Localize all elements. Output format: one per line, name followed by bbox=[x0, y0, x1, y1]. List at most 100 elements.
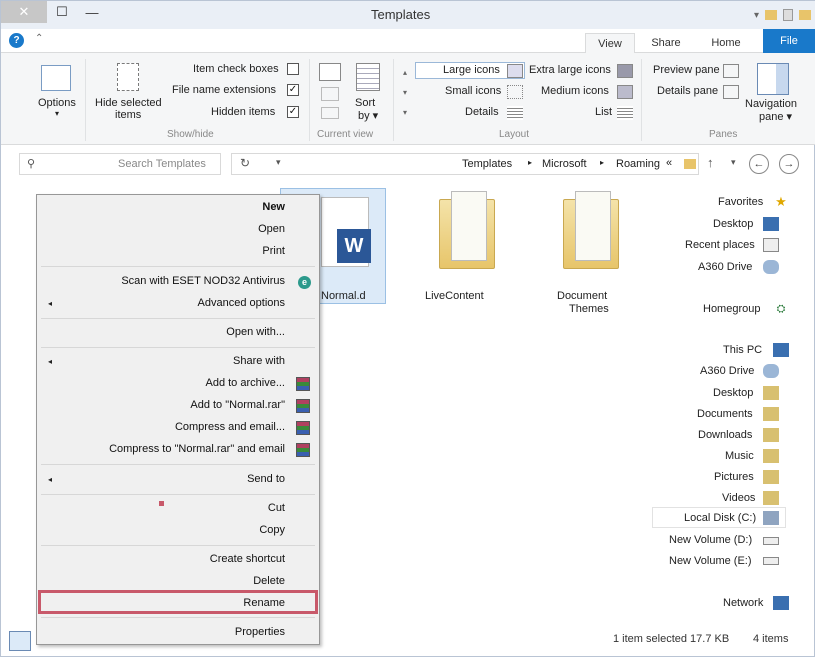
menu-delete[interactable]: Delete bbox=[253, 575, 285, 587]
nav-pc-desktop[interactable]: Desktop bbox=[713, 387, 753, 399]
preview-pane-button[interactable]: Preview pane bbox=[653, 64, 720, 76]
menu-send-to[interactable]: Send to bbox=[247, 473, 285, 485]
cloud-drive-icon bbox=[763, 260, 779, 274]
folder-icon[interactable] bbox=[799, 10, 811, 20]
nav-pc-new-volume-e[interactable]: New Volume (E:) bbox=[669, 555, 752, 567]
eset-icon: e bbox=[298, 276, 311, 289]
nav-favorites[interactable]: Favorites bbox=[718, 196, 763, 208]
hidden-items-checkbox[interactable]: ✓ bbox=[287, 106, 299, 118]
menu-add-to-rar[interactable]: Add to "Normal.rar" bbox=[190, 399, 285, 411]
hide-selected-button[interactable]: Hide selected bbox=[95, 97, 162, 109]
tab-view[interactable]: View bbox=[585, 33, 635, 53]
chevron-up-icon[interactable]: ⌃ bbox=[35, 33, 43, 44]
cursor-marker bbox=[159, 501, 164, 506]
nav-pc-music[interactable]: Music bbox=[725, 450, 754, 462]
folder-icon[interactable] bbox=[765, 10, 777, 20]
star-icon: ★ bbox=[775, 194, 787, 209]
menu-print[interactable]: Print bbox=[262, 245, 285, 257]
details-pane-button[interactable]: Details pane bbox=[657, 85, 718, 97]
menu-add-to-archive[interactable]: Add to archive... bbox=[206, 377, 286, 389]
nav-pc-documents[interactable]: Documents bbox=[697, 408, 753, 420]
nav-fav-a360[interactable]: A360 Drive bbox=[698, 261, 752, 273]
menu-compress-and-email[interactable]: Compress and email... bbox=[175, 421, 285, 433]
chevron-down-icon[interactable]: ▾ bbox=[754, 10, 759, 21]
folder-paper bbox=[575, 191, 611, 261]
layout-small-icons[interactable]: Small icons bbox=[445, 85, 501, 97]
close-button[interactable]: ✕ bbox=[1, 1, 47, 23]
status-items: 4 items bbox=[753, 633, 789, 645]
navigation-pane-button[interactable]: Navigation bbox=[745, 98, 797, 110]
minimize-button[interactable]: — bbox=[77, 1, 107, 23]
back-button[interactable]: → bbox=[779, 154, 799, 174]
properties-icon[interactable] bbox=[783, 9, 793, 21]
size-columns-icon[interactable] bbox=[321, 107, 339, 119]
folder-paper bbox=[451, 191, 487, 261]
menu-new[interactable]: New bbox=[262, 201, 285, 213]
menu-copy[interactable]: Copy bbox=[259, 524, 285, 536]
sort-by-icon[interactable] bbox=[356, 63, 380, 91]
menu-scan-eset[interactable]: Scan with ESET NOD32 Antivirus bbox=[121, 275, 285, 287]
sort-by-button[interactable]: Sort bbox=[355, 97, 375, 109]
menu-create-shortcut[interactable]: Create shortcut bbox=[210, 553, 285, 565]
hide-selected-label-2: items bbox=[115, 109, 142, 121]
layout-scroll[interactable]: ▴ ▾ ▾ bbox=[399, 63, 411, 125]
recent-locations-icon[interactable]: ▾ bbox=[731, 157, 736, 168]
folder-document-themes[interactable] bbox=[559, 191, 619, 273]
nav-pc-pictures[interactable]: Pictures bbox=[714, 471, 754, 483]
up-icon[interactable]: ↑ bbox=[707, 155, 714, 170]
nav-fav-recent-places[interactable]: Recent places bbox=[685, 239, 755, 251]
layout-medium-icons[interactable]: Medium icons bbox=[541, 85, 609, 97]
nav-pc-a360[interactable]: A360 Drive bbox=[700, 365, 754, 377]
breadcrumb-microsoft[interactable]: Microsoft bbox=[542, 158, 587, 170]
folder-livecontent[interactable] bbox=[435, 191, 495, 273]
nav-this-pc[interactable]: This PC bbox=[723, 344, 762, 356]
file-name-extensions-checkbox[interactable]: ✓ bbox=[287, 84, 299, 96]
menu-open-with[interactable]: Open with... bbox=[226, 326, 285, 338]
breadcrumb-templates[interactable]: Templates bbox=[462, 158, 512, 170]
large-icons-view-button[interactable] bbox=[9, 631, 31, 651]
tab-share[interactable]: Share bbox=[641, 33, 691, 53]
menu-rename[interactable]: Rename bbox=[243, 597, 285, 609]
file-label-document-themes-1: Document bbox=[557, 290, 608, 302]
list-icon bbox=[617, 106, 633, 120]
maximize-button[interactable]: ☐ bbox=[47, 1, 77, 23]
details-pane-icon bbox=[723, 85, 739, 99]
help-icon[interactable]: ? bbox=[9, 33, 24, 48]
nav-pc-videos[interactable]: Videos bbox=[722, 492, 755, 504]
nav-pc-downloads[interactable]: Downloads bbox=[698, 429, 752, 441]
tab-file[interactable]: File bbox=[763, 29, 815, 53]
search-box[interactable]: ⚲ Search Templates bbox=[19, 153, 221, 175]
nav-homegroup[interactable]: Homegroup bbox=[703, 303, 760, 315]
menu-advanced-options[interactable]: Advanced options bbox=[198, 297, 285, 309]
options-icon[interactable] bbox=[41, 65, 71, 91]
title-bar: ✕ ☐ — Templates ▾ bbox=[1, 1, 815, 29]
breadcrumb-roaming[interactable]: Roaming bbox=[616, 158, 660, 170]
menu-open[interactable]: Open bbox=[258, 223, 285, 235]
winrar-icon bbox=[296, 377, 310, 391]
submenu-arrow-icon: ◂ bbox=[48, 299, 53, 308]
hidden-items-label: Hidden items bbox=[211, 106, 276, 118]
menu-share-with[interactable]: Share with bbox=[233, 355, 285, 367]
layout-list[interactable]: List bbox=[595, 106, 612, 118]
nav-pc-new-volume-d[interactable]: New Volume (D:) bbox=[669, 534, 752, 546]
add-columns-icon[interactable] bbox=[321, 87, 339, 101]
layout-extra-large-icons[interactable]: Extra large icons bbox=[529, 64, 611, 76]
address-bar[interactable]: ↻ ▾ Templates ▸ Microsoft ▸ Roaming « bbox=[231, 153, 699, 175]
refresh-icon[interactable]: ↻ bbox=[236, 156, 254, 172]
quick-access-toolbar[interactable]: ▾ bbox=[721, 7, 811, 23]
group-by-icon[interactable] bbox=[319, 63, 341, 81]
menu-compress-rar-email[interactable]: Compress to "Normal.rar" and email bbox=[109, 443, 285, 455]
item-check-boxes-checkbox[interactable] bbox=[287, 63, 299, 75]
options-button[interactable]: Options bbox=[38, 97, 76, 109]
tab-home[interactable]: Home bbox=[701, 33, 751, 53]
forward-button[interactable]: ← bbox=[749, 154, 769, 174]
menu-cut[interactable]: Cut bbox=[268, 502, 285, 514]
navigation-pane-icon[interactable] bbox=[757, 63, 789, 95]
layout-details[interactable]: Details bbox=[465, 106, 499, 118]
search-icon: ⚲ bbox=[27, 158, 36, 170]
nav-network[interactable]: Network bbox=[723, 597, 763, 609]
breadcrumb-overflow[interactable]: « bbox=[666, 157, 672, 169]
winrar-icon bbox=[296, 443, 310, 457]
dropdown-icon[interactable]: ▾ bbox=[276, 157, 281, 168]
nav-fav-desktop[interactable]: Desktop bbox=[713, 218, 753, 230]
